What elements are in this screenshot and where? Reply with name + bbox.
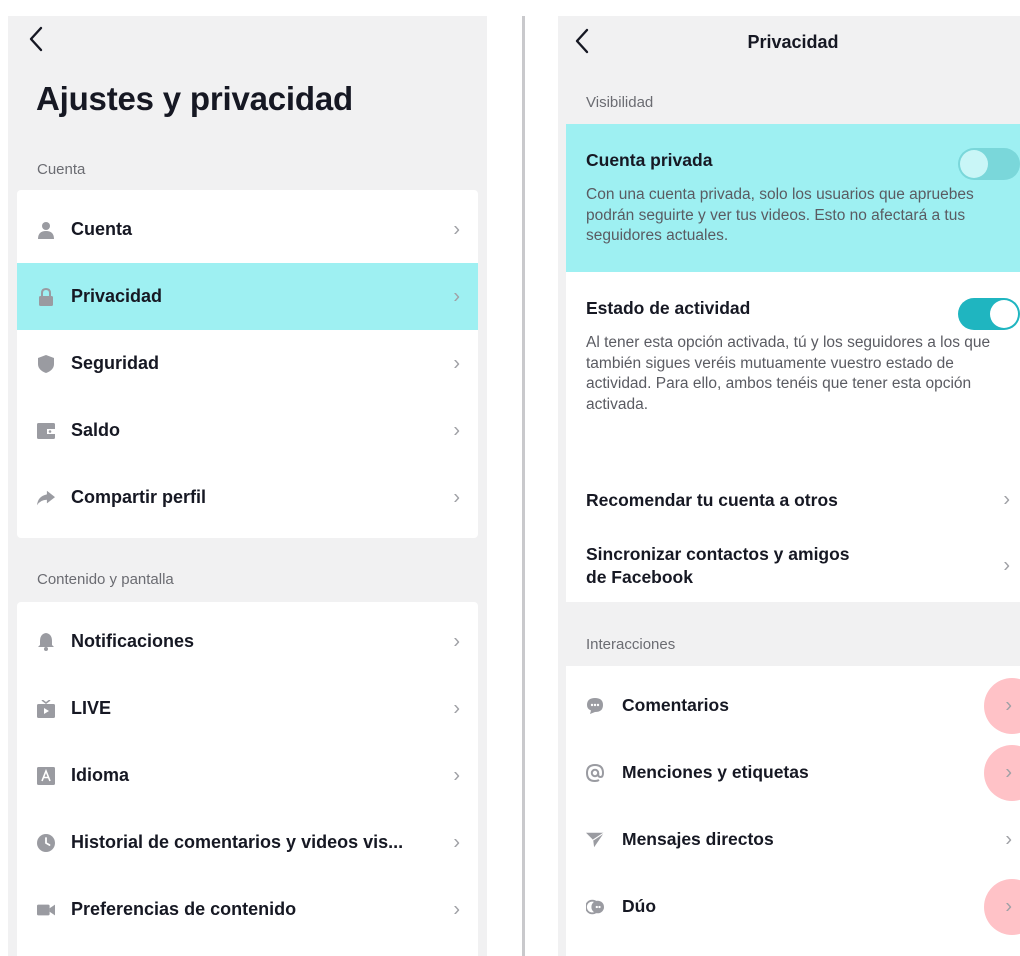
chevron-right-icon: › — [1005, 694, 1012, 716]
clock-icon — [37, 833, 55, 852]
chevron-right-icon: › — [453, 764, 460, 786]
row-label-line1: Sincronizar contactos y amigos — [586, 544, 850, 564]
setting-description: Al tener esta opción activada, tú y los … — [586, 334, 991, 413]
menu-item-label: Preferencias de contenido — [71, 899, 297, 919]
recommend-account-row[interactable]: Recomendar tu cuenta a otros › — [566, 470, 1020, 530]
menu-item-label: Cuenta — [71, 219, 133, 239]
shield-icon — [37, 354, 55, 373]
chevron-right-icon: › — [1003, 488, 1010, 511]
comment-icon — [586, 697, 604, 715]
section-label-interactions: Interacciones — [586, 636, 676, 653]
interaction-item-comments[interactable]: Comentarios › — [566, 672, 1020, 739]
menu-item-label: Seguridad — [71, 353, 160, 373]
menu-item-share-profile[interactable]: Compartir perfil › — [17, 464, 478, 531]
row-label: Menciones y etiquetas — [622, 762, 809, 782]
at-icon — [586, 763, 604, 782]
interaction-item-direct-messages[interactable]: Mensajes directos › — [566, 806, 1020, 873]
activity-status-setting: Estado de actividad Al tener esta opción… — [566, 272, 1020, 470]
bell-icon — [37, 632, 55, 651]
page-title: Privacidad — [747, 32, 839, 52]
chevron-left-icon — [29, 26, 43, 52]
menu-item-content-preferences[interactable]: Preferencias de contenido › — [17, 876, 478, 943]
menu-item-label: Saldo — [71, 420, 121, 440]
chevron-right-icon: › — [453, 697, 460, 719]
menu-item-account[interactable]: Cuenta › — [17, 196, 478, 263]
row-label: Dúo — [622, 896, 657, 916]
chevron-right-icon: › — [453, 419, 460, 441]
chevron-right-icon: › — [453, 285, 460, 307]
panel-divider — [522, 16, 525, 956]
chevron-right-icon: › — [1005, 895, 1012, 917]
section-label-account: Cuenta — [37, 161, 86, 178]
chevron-right-icon: › — [453, 898, 460, 920]
sync-contacts-row[interactable]: Sincronizar contactos y amigos de Facebo… — [566, 530, 1020, 602]
menu-item-label: Historial de comentarios y videos vis... — [71, 832, 404, 852]
settings-panel: Ajustes y privacidad Cuenta Cuenta › Pri… — [8, 16, 487, 956]
row-label-line2: de Facebook — [586, 567, 693, 587]
send-icon — [586, 831, 604, 849]
chevron-right-icon: › — [453, 831, 460, 853]
menu-item-privacy[interactable]: Privacidad › — [17, 263, 478, 330]
section-label-content: Contenido y pantalla — [37, 571, 174, 588]
chevron-right-icon: › — [1005, 828, 1012, 850]
person-icon — [37, 221, 55, 239]
lock-icon — [37, 287, 55, 306]
interaction-item-mentions[interactable]: Menciones y etiquetas › — [566, 739, 1020, 806]
language-icon — [37, 766, 55, 785]
wallet-icon — [37, 422, 55, 440]
menu-item-label: Notificaciones — [71, 631, 195, 651]
row-label: Comentarios — [622, 695, 729, 715]
private-account-setting: Cuenta privada Con una cuenta privada, s… — [566, 124, 1020, 272]
menu-item-history[interactable]: Historial de comentarios y videos vis...… — [17, 809, 478, 876]
menu-item-notifications[interactable]: Notificaciones › — [17, 608, 478, 675]
back-button[interactable] — [28, 26, 44, 58]
activity-status-toggle[interactable] — [958, 298, 1020, 330]
chevron-right-icon: › — [1005, 761, 1012, 783]
row-label: Sincronizar contactos y amigos de Facebo… — [586, 543, 850, 589]
setting-title: Estado de actividad — [586, 298, 751, 318]
interaction-item-duet[interactable]: Dúo › — [566, 873, 1020, 940]
menu-item-language[interactable]: Idioma › — [17, 742, 478, 809]
row-label: Mensajes directos — [622, 829, 774, 849]
highlight-marker — [984, 677, 1020, 734]
menu-item-label: Privacidad — [71, 286, 163, 306]
video-camera-icon — [37, 901, 55, 919]
chevron-right-icon: › — [453, 218, 460, 240]
live-tv-icon — [37, 699, 55, 718]
visibility-card: Cuenta privada Con una cuenta privada, s… — [566, 124, 1020, 602]
menu-item-live[interactable]: LIVE › — [17, 675, 478, 742]
menu-item-label: LIVE — [71, 698, 112, 718]
section-label-visibility: Visibilidad — [586, 94, 654, 111]
interactions-card: Comentarios › Menciones y etiquetas › Me… — [566, 666, 1020, 956]
page-title: Ajustes y privacidad — [36, 80, 353, 117]
menu-item-security[interactable]: Seguridad › — [17, 330, 478, 397]
private-account-toggle[interactable] — [958, 148, 1020, 180]
privacy-panel: Privacidad Visibilidad Cuenta privada Co… — [558, 16, 1020, 956]
toggle-knob — [990, 300, 1018, 328]
menu-item-balance[interactable]: Saldo › — [17, 397, 478, 464]
highlight-marker — [984, 744, 1020, 801]
content-card: Notificaciones › LIVE › Idioma › Histori… — [17, 602, 478, 956]
chevron-right-icon: › — [453, 352, 460, 374]
account-card: Cuenta › Privacidad › Seguridad › Saldo … — [17, 190, 478, 538]
setting-title: Cuenta privada — [586, 150, 713, 170]
chevron-right-icon: › — [453, 486, 460, 508]
row-label: Recomendar tu cuenta a otros — [586, 489, 838, 510]
toggle-knob — [960, 150, 988, 178]
chevron-right-icon: › — [453, 630, 460, 652]
setting-description: Con una cuenta privada, solo los usuario… — [586, 186, 974, 244]
menu-item-label: Idioma — [71, 765, 130, 785]
duet-icon — [586, 898, 604, 916]
menu-item-label: Compartir perfil — [71, 487, 207, 507]
chevron-right-icon: › — [1003, 554, 1010, 577]
share-icon — [37, 489, 55, 507]
highlight-marker — [984, 878, 1020, 935]
